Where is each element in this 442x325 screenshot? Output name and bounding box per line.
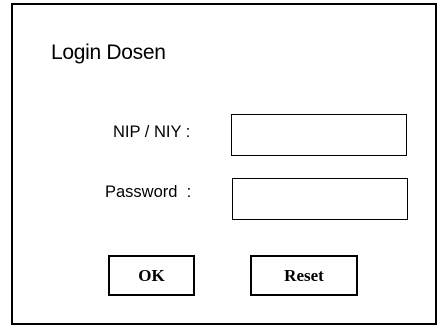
ok-button[interactable]: OK: [108, 255, 195, 296]
reset-button[interactable]: Reset: [250, 255, 358, 296]
nip-label: NIP / NIY :: [113, 123, 191, 141]
password-input[interactable]: [232, 178, 408, 220]
form-title: Login Dosen: [51, 41, 166, 64]
nip-input[interactable]: [231, 114, 407, 156]
password-label: Password :: [105, 183, 192, 201]
